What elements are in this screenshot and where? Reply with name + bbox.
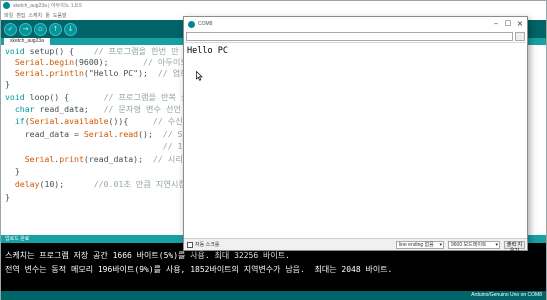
mouse-cursor-icon [196, 71, 203, 81]
ide-window-title: sketch_aug23a | 아두이노 1.8.5 [13, 3, 82, 9]
baud-rate-select[interactable]: 9600 보드레이트 ▾ [448, 241, 500, 249]
arduino-logo-icon [188, 20, 195, 28]
serial-monitor-titlebar[interactable]: COM8 – □ × [184, 17, 527, 31]
line-ending-value: line ending 없음 [399, 242, 434, 248]
send-button[interactable]: 전송 [515, 32, 525, 41]
verify-icon: ✓ [7, 24, 14, 33]
baud-rate-value: 9600 보드레이트 [451, 242, 487, 248]
menu-tools[interactable]: 툴 [45, 12, 50, 19]
code-line: void loop() { // 프로그램을 반복 실 [5, 92, 189, 102]
verify-button[interactable]: ✓ [4, 22, 17, 36]
clear-output-button[interactable]: 출력 지우기 [504, 241, 525, 254]
ide-titlebar: sketch_aug23a | 아두이노 1.8.5 [1, 1, 546, 10]
code-line: read_data = Serial.read(); // Serial [5, 129, 207, 139]
board-status: Arduino/Genuino Uno on COM8 [471, 292, 542, 298]
minimize-icon[interactable]: – [490, 18, 502, 29]
menu-help[interactable]: 도움말 [53, 12, 67, 19]
send-input[interactable] [186, 32, 513, 41]
line-ending-select[interactable]: line ending 없음 ▾ [396, 241, 444, 249]
code-line: } [5, 79, 10, 89]
code-line: Serial.print(read_data); // 시리얼 모 [24, 154, 203, 164]
autoscroll-label: 자동 스크롤 [195, 242, 220, 248]
code-line: Serial.println("Hello PC"); // 업로더와 [14, 68, 203, 78]
save-button[interactable]: ↓ [64, 22, 77, 36]
tab-sketch[interactable]: sketch_aug23a [4, 38, 50, 45]
menu-edit[interactable]: 편집 [16, 12, 25, 19]
autoscroll-checkbox[interactable] [187, 242, 194, 258]
close-icon[interactable]: × [514, 18, 526, 29]
open-icon: ↑ [52, 24, 59, 33]
upload-icon: → [22, 24, 29, 33]
code-line: // 1바이트 [162, 141, 205, 151]
code-line: if(Serial.available()){ // 수신된 [14, 116, 191, 126]
code-line: } [5, 192, 10, 202]
new-button[interactable]: ▫ [34, 22, 47, 36]
console-status-label: 업로드 완료 [5, 236, 30, 242]
open-button[interactable]: ↑ [49, 22, 62, 36]
serial-output-line: Hello PC [187, 46, 228, 56]
save-icon: ↓ [67, 24, 74, 33]
code-line: char read_data; // 문자형 변수 선언 [14, 104, 181, 114]
code-line: Serial.begin(9600); // 아두이노 [14, 57, 188, 67]
arduino-logo-icon [3, 2, 10, 9]
menu-file[interactable]: 파일 [4, 12, 13, 19]
serial-monitor-title: COM8 [198, 21, 213, 27]
console-line: 스케치는 프로그램 저장 공간 1666 바이트(5%)를 사용. 최대 322… [5, 251, 290, 260]
code-line: } [5, 166, 20, 176]
menu-sketch[interactable]: 스케치 [28, 12, 42, 19]
maximize-icon[interactable]: □ [502, 18, 514, 29]
code-line: delay(10); //0.01초 만큼 지연시킴 [14, 179, 186, 189]
ide-statusbar: Arduino/Genuino Uno on COM8 [1, 291, 546, 300]
serial-output[interactable]: Hello PC [185, 42, 526, 230]
upload-button[interactable]: → [19, 22, 32, 36]
chevron-down-icon: ▾ [495, 242, 498, 248]
code-line: void setup() { // 프로그램을 한번 만 실 [5, 46, 192, 56]
chevron-down-icon: ▾ [439, 242, 442, 248]
console-line: 전역 변수는 동적 메모리 196바이트(9%)를 사용, 1852바이트의 지… [5, 265, 393, 274]
new-icon: ▫ [38, 24, 43, 33]
send-row: 전송 [184, 31, 527, 42]
serial-monitor-footer: 자동 스크롤 line ending 없음 ▾ 9600 보드레이트 ▾ 출력 지우… [184, 238, 527, 258]
serial-monitor-window: COM8 – □ × 전송 Hello PC 자동 스크롤 line endin… [183, 16, 528, 258]
